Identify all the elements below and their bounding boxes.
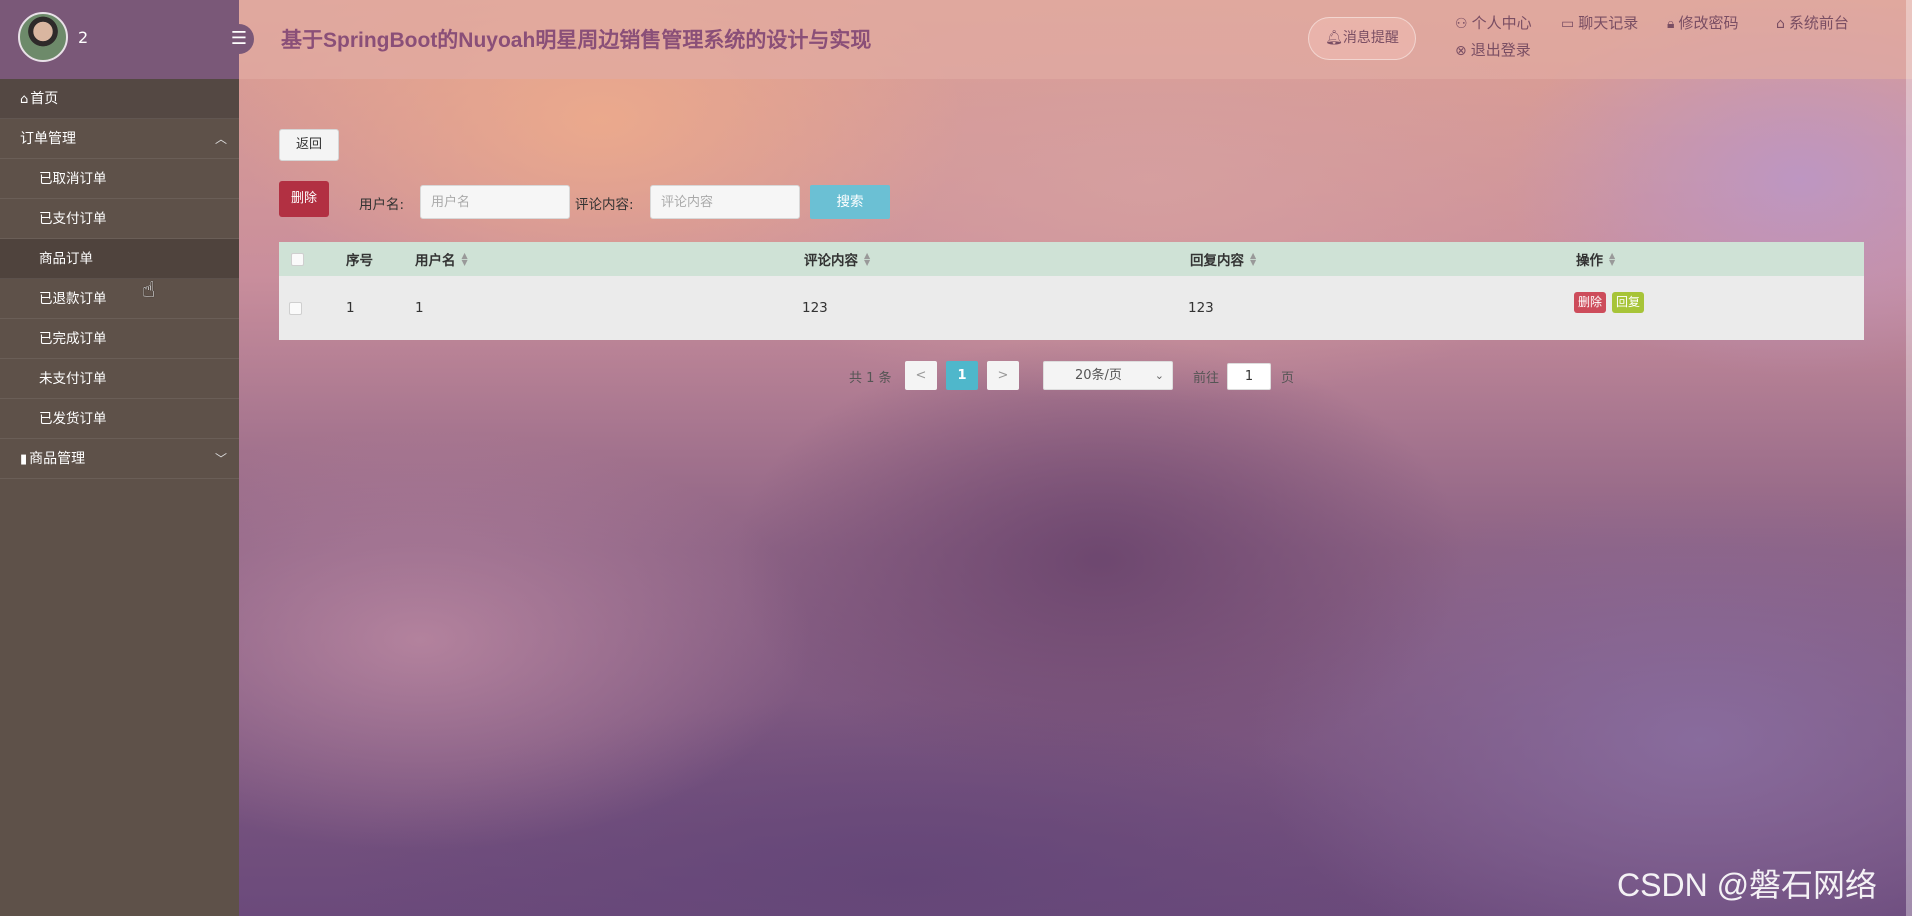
home-icon: ⌂ <box>20 92 29 107</box>
pagination-prev-button[interactable]: < <box>905 361 937 390</box>
sort-icon[interactable]: ▲ ▼ <box>1250 252 1256 267</box>
sort-icon[interactable]: ▲ ▼ <box>864 252 870 267</box>
pagination-goto-prefix: 前往 <box>1193 371 1220 386</box>
pagination-goto-input[interactable]: 1 <box>1227 363 1271 390</box>
pagination-page-1[interactable]: 1 <box>946 361 978 390</box>
sidebar-item-label: 已支付订单 <box>39 211 107 227</box>
sidebar-item-label: 已完成订单 <box>39 331 107 347</box>
chevron-down-icon: ⌄ <box>1154 369 1164 382</box>
profile-link[interactable]: ⚇ 个人中心 <box>1455 12 1532 33</box>
back-button[interactable]: 返回 <box>279 129 339 161</box>
username-search-input[interactable] <box>420 185 570 219</box>
password-link-label: 修改密码 <box>1678 14 1739 32</box>
sidebar-item-shipped-orders[interactable]: 已发货订单 <box>0 399 239 439</box>
sidebar-item-label: 商品订单 <box>39 251 93 267</box>
frontend-link[interactable]: ⌂ 系统前台 <box>1776 12 1849 33</box>
username-filter-label: 用户名: <box>359 197 405 213</box>
menu-collapse-icon[interactable]: ☰ <box>224 24 254 54</box>
row-delete-button[interactable]: 删除 <box>1574 292 1607 313</box>
column-header-label: 回复内容 <box>1190 253 1244 269</box>
sidebar-item-cancelled-orders[interactable]: 已取消订单 <box>0 159 239 199</box>
change-password-link[interactable]: 🔒︎ 修改密码 <box>1667 12 1738 33</box>
chevron-up-icon: ︿ <box>214 132 227 146</box>
logout-link[interactable]: ⊗ 退出登录 <box>1455 39 1531 60</box>
chat-link-label: 聊天记录 <box>1578 14 1639 32</box>
sort-icon[interactable]: ▲ ▼ <box>1609 252 1615 267</box>
column-header-label: 操作 <box>1576 253 1603 269</box>
cell-reply: 123 <box>1188 300 1214 316</box>
profile-link-label: 个人中心 <box>1471 14 1532 32</box>
cell-username: 1 <box>415 300 424 316</box>
cell-index: 1 <box>346 300 355 316</box>
sidebar-group-label: 商品管理 <box>29 451 86 467</box>
sidebar-item-home[interactable]: ⌂ 首页 <box>0 79 239 119</box>
sidebar-item-unpaid-orders[interactable]: 未支付订单 <box>0 359 239 399</box>
watermark: CSDN @磐石网络 <box>1617 867 1878 903</box>
search-button[interactable]: 搜索 <box>810 185 890 219</box>
frontend-link-label: 系统前台 <box>1788 14 1849 32</box>
table-header: 序号 用户名 ▲ ▼ 评论内容 ▲ ▼ 回复内容 ▲ ▼ 操作 ▲ ▼ <box>279 242 1864 276</box>
chevron-down-icon: ﹀ <box>214 452 227 466</box>
notification-button[interactable]: 🔔︎消息提醒 <box>1308 17 1416 60</box>
table-row: 1 1 123 123 删除 回复 <box>279 276 1864 340</box>
sidebar-item-label: 已退款订单 <box>39 291 107 307</box>
column-header-username[interactable]: 用户名 ▲ ▼ <box>415 242 468 276</box>
sidebar-item-refunded-orders[interactable]: 已退款订单 <box>0 279 239 319</box>
lock-icon: 🔒︎ <box>1667 16 1675 32</box>
row-reply-button[interactable]: 回复 <box>1612 292 1645 313</box>
comments-table: 序号 用户名 ▲ ▼ 评论内容 ▲ ▼ 回复内容 ▲ ▼ 操作 ▲ ▼ 1 1 123 123 … <box>279 242 1864 340</box>
column-header-label: 序号 <box>346 253 373 269</box>
column-header-comment[interactable]: 评论内容 ▲ ▼ <box>804 242 870 276</box>
sidebar-item-completed-orders[interactable]: 已完成订单 <box>0 319 239 359</box>
sidebar-item-label: 未支付订单 <box>39 371 107 387</box>
bell-icon: 🔔︎ <box>1325 30 1343 46</box>
sidebar: 2 ⌂ 首页 订单管理 ︿ 已取消订单 已支付订单 商品订单 已退款订单 已完成订… <box>0 0 239 916</box>
page-size-value: 20条/页 <box>1075 368 1122 383</box>
close-circle-icon: ⊗ <box>1455 43 1467 59</box>
checkbox-box <box>291 252 304 266</box>
sidebar-item-label: 首页 <box>30 91 59 107</box>
column-header-actions[interactable]: 操作 ▲ ▼ <box>1576 242 1615 276</box>
sort-icon[interactable]: ▲ ▼ <box>462 252 468 267</box>
hand-cursor-icon: ☝ <box>142 278 156 303</box>
checkbox-box <box>289 301 302 315</box>
page-size-select[interactable]: 20条/页 ⌄ <box>1043 361 1173 390</box>
select-all-checkbox[interactable] <box>291 242 304 276</box>
cell-actions: 删除 回复 <box>1574 276 1650 340</box>
logout-link-label: 退出登录 <box>1470 41 1531 59</box>
column-header-label: 用户名 <box>415 253 456 269</box>
bookmark-icon: ▮ <box>20 452 28 467</box>
column-header-reply[interactable]: 回复内容 ▲ ▼ <box>1190 242 1256 276</box>
sidebar-item-label: 已发货订单 <box>39 411 107 427</box>
sidebar-header: 2 <box>0 0 239 79</box>
column-header-label: 评论内容 <box>804 253 858 269</box>
pagination-next-button[interactable]: > <box>987 361 1019 390</box>
pagination-goto-suffix: 页 <box>1281 371 1295 386</box>
sidebar-group-label: 订单管理 <box>20 131 76 147</box>
notification-label: 消息提醒 <box>1342 30 1399 46</box>
sidebar-group-orders[interactable]: 订单管理 ︿ <box>0 119 239 159</box>
pagination-total: 共 1 条 <box>849 371 892 386</box>
comment-filter-label: 评论内容: <box>575 197 634 213</box>
home-icon: ⌂ <box>1776 16 1785 32</box>
sidebar-item-label: 已取消订单 <box>39 171 107 187</box>
top-header: 基于SpringBoot的Nuyoah明星周边销售管理系统的设计与实现 🔔︎消息… <box>239 0 1912 79</box>
chat-icon: ▭ <box>1561 16 1575 32</box>
bulk-delete-button[interactable]: 删除 <box>279 181 329 217</box>
avatar[interactable] <box>18 12 68 62</box>
sidebar-item-paid-orders[interactable]: 已支付订单 <box>0 199 239 239</box>
sidebar-group-goods[interactable]: ▮ 商品管理 ﹀ <box>0 439 239 479</box>
page-scrollbar[interactable] <box>1906 0 1912 916</box>
cell-comment: 123 <box>802 300 828 316</box>
app-title: 基于SpringBoot的Nuyoah明星周边销售管理系统的设计与实现 <box>281 29 872 52</box>
row-checkbox[interactable] <box>289 276 302 340</box>
user-icon: ⚇ <box>1455 16 1468 32</box>
username: 2 <box>78 28 89 47</box>
column-header-index: 序号 <box>346 242 373 276</box>
comment-search-input[interactable] <box>650 185 800 219</box>
chat-history-link[interactable]: ▭ 聊天记录 <box>1561 12 1638 33</box>
sidebar-item-goods-orders[interactable]: 商品订单 <box>0 239 239 279</box>
